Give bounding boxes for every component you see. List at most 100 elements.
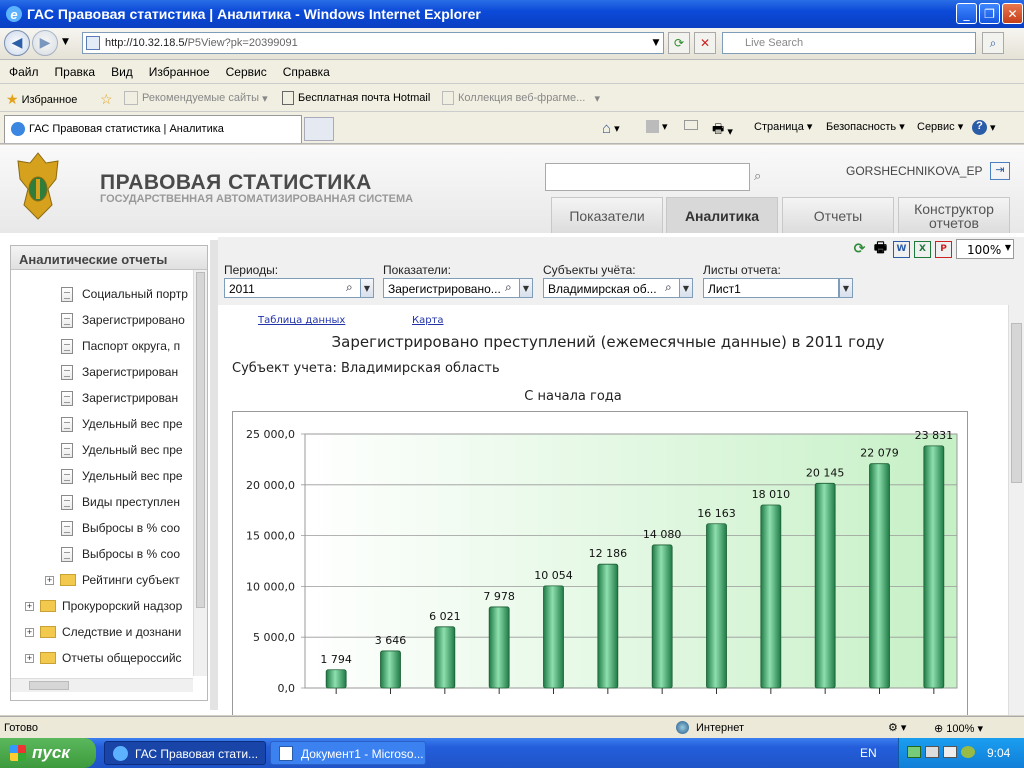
periods-dropdown-icon[interactable]: ▼: [360, 278, 374, 298]
tree-item[interactable]: Удельный вес пре: [61, 415, 183, 433]
scroll-thumb[interactable]: [29, 681, 69, 690]
taskbar-ie-window[interactable]: ГАС Правовая стати...: [104, 741, 266, 765]
subjects-dropdown-icon[interactable]: ▼: [679, 278, 693, 298]
search-icon[interactable]: ⌕: [346, 280, 353, 295]
map-link[interactable]: Карта: [412, 315, 444, 326]
menu-tools[interactable]: Сервис: [219, 65, 274, 79]
tree-item[interactable]: Удельный вес пре: [61, 441, 183, 459]
chart-bar[interactable]: [923, 445, 945, 689]
export-pdf-icon[interactable]: P: [935, 240, 952, 258]
chart-bar[interactable]: [814, 482, 836, 689]
url-input[interactable]: http://10.32.18.5/P5View?pk=20399091: [82, 32, 664, 54]
export-excel-icon[interactable]: X: [914, 240, 931, 258]
chart-bar[interactable]: [325, 669, 347, 689]
start-button[interactable]: пуск: [0, 738, 96, 768]
panel-splitter[interactable]: [210, 240, 218, 710]
search-icon[interactable]: ⌕: [665, 280, 672, 295]
chart-bar[interactable]: [651, 544, 673, 689]
language-indicator[interactable]: EN: [860, 746, 877, 760]
sheets-dropdown-icon[interactable]: ▼: [839, 278, 853, 298]
volume-icon[interactable]: [943, 746, 957, 758]
protected-mode-icon[interactable]: ⚙ ▾: [888, 721, 906, 734]
tree-folder[interactable]: + Отчеты общероссийс: [25, 649, 182, 667]
print-report-icon[interactable]: 🖶: [872, 240, 889, 258]
tree-item[interactable]: Выбросы в % соо: [61, 519, 180, 537]
expand-icon[interactable]: +: [25, 653, 34, 663]
menu-file[interactable]: Файл: [2, 65, 46, 79]
chart-bar[interactable]: [434, 626, 456, 689]
sheets-field[interactable]: Лист1: [703, 278, 839, 298]
chart-bar[interactable]: [597, 563, 619, 689]
browser-tab[interactable]: ГАС Правовая статистика | Аналитика: [4, 115, 302, 143]
tree-folder[interactable]: + Следствие и дознани: [25, 623, 181, 641]
recommended-sites-link[interactable]: Рекомендуемые сайты ▾: [124, 91, 268, 105]
menu-edit[interactable]: Правка: [48, 65, 103, 79]
home-button[interactable]: ⌂ ▾: [602, 120, 620, 137]
site-search-input[interactable]: [545, 163, 750, 191]
back-button[interactable]: ◀: [4, 30, 30, 56]
forward-button[interactable]: ▶: [32, 30, 58, 56]
mail-button[interactable]: [684, 120, 698, 130]
url-dropdown-icon[interactable]: ▼: [648, 32, 664, 54]
new-tab-button[interactable]: [304, 117, 334, 141]
tree-item[interactable]: Виды преступлен: [61, 493, 180, 511]
tree-item[interactable]: Паспорт округа, п: [61, 337, 180, 355]
site-search-icon[interactable]: ⌕: [754, 169, 761, 184]
status-zoom[interactable]: ⊕ 100% ▾: [934, 722, 983, 735]
network-icon[interactable]: [925, 746, 939, 758]
tree-folder[interactable]: + Прокурорский надзор: [25, 597, 182, 615]
taskbar-word-window[interactable]: Документ1 - Microso...: [270, 741, 426, 765]
menu-help[interactable]: Справка: [276, 65, 337, 79]
history-dropdown-icon[interactable]: ▼: [62, 37, 69, 47]
feeds-button[interactable]: ▾: [646, 120, 668, 133]
search-icon[interactable]: ⌕: [982, 32, 1004, 54]
data-table-link[interactable]: Таблица данных: [258, 315, 345, 326]
export-word-icon[interactable]: W: [893, 240, 910, 258]
stop-icon[interactable]: ✕: [694, 32, 716, 54]
report-zoom-select[interactable]: 100% ▼: [956, 239, 1014, 259]
tab-analytics[interactable]: Аналитика: [666, 197, 778, 233]
page-menu-button[interactable]: Страница ▾: [754, 120, 812, 134]
scroll-thumb[interactable]: [196, 272, 205, 608]
help-button[interactable]: ? ▾: [972, 120, 996, 135]
favorites-button[interactable]: ★ Избранное: [6, 91, 77, 108]
hotmail-link[interactable]: Бесплатная почта Hotmail: [282, 91, 430, 105]
chart-bar[interactable]: [380, 650, 401, 689]
chart-bar[interactable]: [488, 606, 510, 689]
tree-item[interactable]: Зарегистрирован: [61, 363, 178, 381]
refresh-report-icon[interactable]: ⟳: [851, 241, 868, 258]
scroll-thumb[interactable]: [1011, 323, 1022, 483]
chart-bar[interactable]: [760, 504, 782, 689]
menu-favorites[interactable]: Избранное: [142, 65, 217, 79]
print-button[interactable]: 🖶 ▾: [712, 120, 733, 142]
menu-view[interactable]: Вид: [104, 65, 140, 79]
expand-icon[interactable]: +: [45, 575, 54, 585]
antivirus-icon[interactable]: [961, 746, 975, 758]
tree-item[interactable]: Удельный вес пре: [61, 467, 183, 485]
tab-indicators[interactable]: Показатели: [551, 197, 663, 233]
search-input[interactable]: Live Search: [722, 32, 976, 54]
tree-item[interactable]: Зарегистрировано: [61, 311, 185, 329]
chart-bar[interactable]: [869, 463, 890, 689]
tab-reports[interactable]: Отчеты: [782, 197, 894, 233]
maximize-button[interactable]: ❐: [979, 3, 1000, 24]
indicators-dropdown-icon[interactable]: ▼: [519, 278, 533, 298]
tools-menu-button[interactable]: Сервис ▾: [917, 120, 963, 134]
safety-menu-button[interactable]: Безопасность ▾: [826, 120, 905, 134]
report-vertical-scrollbar[interactable]: [1008, 305, 1024, 715]
chart-bar[interactable]: [706, 523, 727, 689]
tree-item[interactable]: Социальный портр: [61, 285, 188, 303]
expand-icon[interactable]: +: [25, 627, 34, 637]
sidebar-vertical-scrollbar[interactable]: [193, 270, 207, 676]
close-button[interactable]: ✕: [1002, 3, 1023, 24]
sidebar-horizontal-scrollbar[interactable]: [11, 678, 193, 692]
search-icon[interactable]: ⌕: [505, 280, 512, 295]
indicators-field[interactable]: Зарегистрировано...: [383, 278, 521, 298]
tab-report-builder[interactable]: Конструктор отчетов: [898, 197, 1010, 233]
expand-icon[interactable]: +: [25, 601, 34, 611]
tree-item[interactable]: Выбросы в % соо: [61, 545, 180, 563]
refresh-icon[interactable]: ⟳: [668, 32, 690, 54]
exit-icon[interactable]: ⇥: [990, 162, 1010, 180]
tray-icon[interactable]: [907, 746, 921, 758]
tree-folder[interactable]: + Рейтинги субъект: [45, 571, 180, 589]
